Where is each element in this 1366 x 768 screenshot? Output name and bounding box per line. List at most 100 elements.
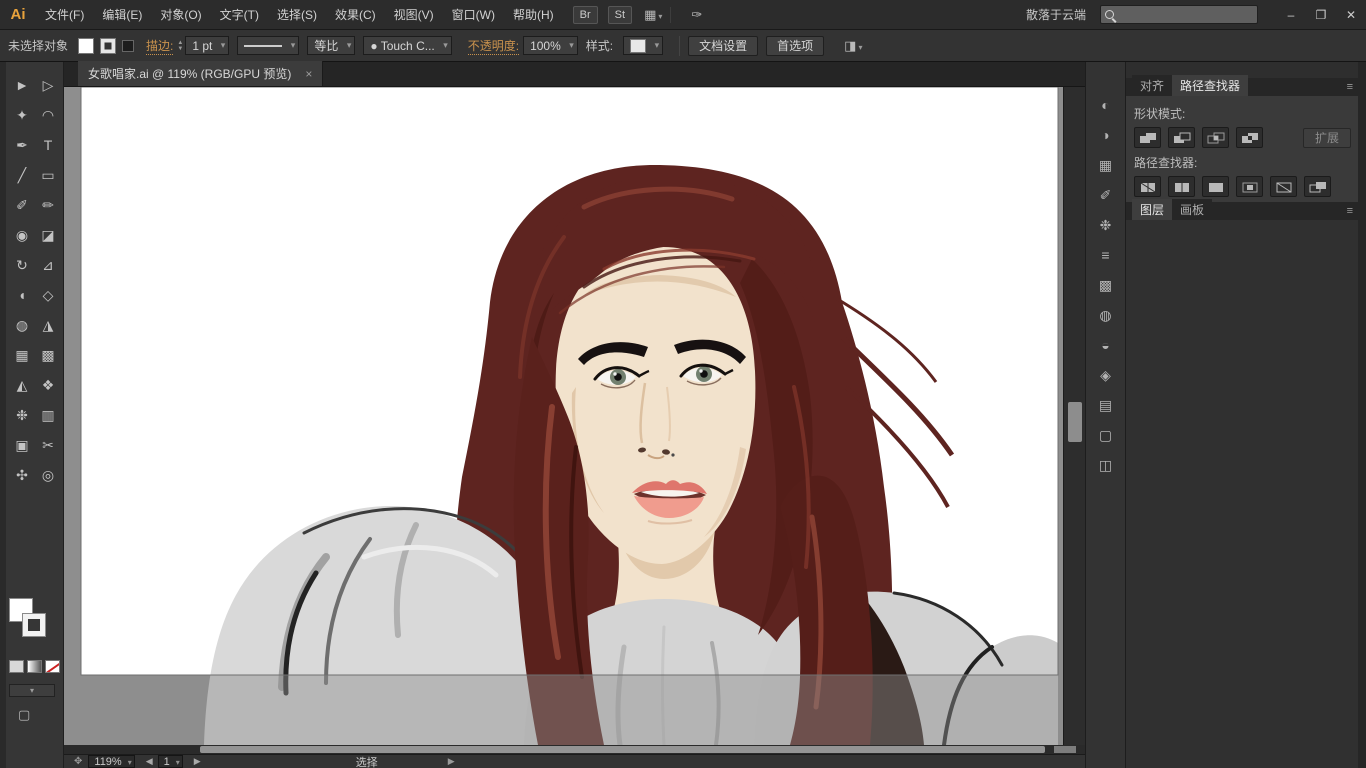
stroke-weight-select[interactable]: 1 pt xyxy=(185,36,229,55)
stroke-proxy-swatch[interactable] xyxy=(22,613,46,637)
exclude-button[interactable] xyxy=(1236,127,1263,148)
merge-button[interactable] xyxy=(1202,176,1229,197)
tab-pathfinder[interactable]: 路径查找器 xyxy=(1172,75,1248,96)
stroke-weight-stepper[interactable]: ▲▼ xyxy=(177,40,183,52)
menu-item[interactable]: 文字(T) xyxy=(211,0,268,30)
hand-tool[interactable]: ✣ xyxy=(9,460,35,490)
horizontal-scrollbar-thumb[interactable] xyxy=(200,746,1045,753)
close-button[interactable]: ✕ xyxy=(1336,0,1366,30)
swatches-panel-icon[interactable]: ▦ xyxy=(1099,150,1112,180)
document-tab[interactable]: 女歌唱家.ai @ 119% (RGB/GPU 预览) × xyxy=(78,61,323,86)
canvas-viewport[interactable] xyxy=(64,87,1063,745)
fill-color-swatch[interactable] xyxy=(78,38,94,54)
line-segment-tool[interactable]: ╱ xyxy=(9,160,35,190)
screen-mode-icon[interactable]: ▢ xyxy=(18,707,30,723)
status-menu-icon[interactable]: ▶ xyxy=(448,756,455,767)
column-graph-tool[interactable]: ▥ xyxy=(35,400,61,430)
transparency-panel-icon[interactable]: ◍ xyxy=(1099,300,1111,330)
magic-wand-tool[interactable]: ✦ xyxy=(9,100,35,130)
zoom-tool[interactable]: ◎ xyxy=(35,460,61,490)
menu-item[interactable]: 窗口(W) xyxy=(443,0,504,30)
color-guide-panel-icon[interactable]: ◑ xyxy=(1101,120,1109,150)
brush-definition-select[interactable]: ● Touch C... xyxy=(363,36,451,55)
minimize-button[interactable]: – xyxy=(1276,0,1306,30)
app-logo-icon[interactable]: Ai xyxy=(0,6,36,23)
swatch-options-icon[interactable] xyxy=(122,40,134,52)
color-panel-icon[interactable]: ◐ xyxy=(1101,90,1109,120)
restore-button[interactable]: ❐ xyxy=(1306,0,1336,30)
menu-item[interactable]: 编辑(E) xyxy=(93,0,151,30)
paintbrush-tool[interactable]: ✐ xyxy=(9,190,35,220)
artboards-panel-icon[interactable]: ▢ xyxy=(1099,420,1112,450)
minus-back-button[interactable] xyxy=(1304,176,1331,197)
symbols-panel-icon[interactable]: ❉ xyxy=(1100,210,1112,240)
eyedropper-tool[interactable]: ◭ xyxy=(9,370,35,400)
workspace-switcher[interactable]: 散落于云端 xyxy=(1026,6,1086,23)
perspective-grid-tool[interactable]: ◮ xyxy=(35,310,61,340)
dock-edge-strip[interactable] xyxy=(1358,62,1366,768)
style-select[interactable] xyxy=(623,36,663,55)
tab-layers[interactable]: 图层 xyxy=(1132,199,1172,220)
minus-front-button[interactable] xyxy=(1168,127,1195,148)
artwork-canvas[interactable] xyxy=(64,87,1063,745)
rectangle-tool[interactable]: ▭ xyxy=(35,160,61,190)
previous-artboard-icon[interactable]: ◀ xyxy=(146,756,153,767)
stock-button[interactable]: St xyxy=(608,6,632,24)
shape-builder-tool[interactable]: ◍ xyxy=(9,310,35,340)
tab-artboards[interactable]: 画板 xyxy=(1172,199,1212,220)
panel-menu-icon[interactable]: ≡ xyxy=(1347,78,1353,96)
horizontal-scrollbar[interactable] xyxy=(64,745,1085,754)
close-tab-icon[interactable]: × xyxy=(305,67,312,81)
touch-workspace-icon[interactable]: ✑ xyxy=(691,7,702,23)
asset-export-panel-icon[interactable]: ◫ xyxy=(1099,450,1112,480)
lasso-tool[interactable]: ◠ xyxy=(35,100,61,130)
tab-align[interactable]: 对齐 xyxy=(1132,75,1172,96)
zoom-select[interactable]: 119% xyxy=(88,755,134,768)
document-setup-button[interactable]: 文档设置 xyxy=(688,36,758,56)
graphic-styles-panel-icon[interactable]: ◈ xyxy=(1100,360,1111,390)
rotate-tool[interactable]: ↻ xyxy=(9,250,35,280)
gradient-button[interactable] xyxy=(27,660,42,673)
color-button[interactable] xyxy=(9,660,24,673)
next-artboard-icon[interactable]: ▶ xyxy=(194,756,201,767)
free-transform-tool[interactable]: ◇ xyxy=(35,280,61,310)
symbol-sprayer-tool[interactable]: ❉ xyxy=(9,400,35,430)
arrange-documents-icon[interactable]: ▦▾ xyxy=(644,7,662,23)
stroke-style-select[interactable] xyxy=(237,36,299,55)
gradient-tool[interactable]: ▩ xyxy=(35,340,61,370)
bridge-button[interactable]: Br xyxy=(573,6,598,24)
stroke-color-swatch[interactable] xyxy=(100,38,116,54)
expand-button[interactable]: 扩展 xyxy=(1303,128,1351,148)
scrollbar-end-cap[interactable] xyxy=(1054,746,1076,753)
pencil-tool[interactable]: ✏ xyxy=(35,190,61,220)
menu-item[interactable]: 效果(C) xyxy=(326,0,385,30)
menu-item[interactable]: 选择(S) xyxy=(268,0,326,30)
trim-button[interactable] xyxy=(1168,176,1195,197)
opacity-select[interactable]: 100% xyxy=(523,36,578,55)
menu-item[interactable]: 对象(O) xyxy=(151,0,210,30)
panel-menu-icon[interactable]: ≡ xyxy=(1347,202,1353,220)
artboard-navigation-select[interactable]: 1 xyxy=(158,755,183,768)
pen-tool[interactable]: ✒ xyxy=(9,130,35,160)
appearance-panel-icon[interactable]: ◒ xyxy=(1101,330,1109,360)
menu-item[interactable]: 文件(F) xyxy=(36,0,93,30)
width-tool[interactable]: ◖ xyxy=(9,280,35,310)
outline-button[interactable] xyxy=(1270,176,1297,197)
type-tool[interactable]: T xyxy=(35,130,61,160)
stroke-panel-icon[interactable]: ≡ xyxy=(1101,240,1109,270)
eraser-tool[interactable]: ◪ xyxy=(35,220,61,250)
blob-brush-tool[interactable]: ◉ xyxy=(9,220,35,250)
stroke-panel-link[interactable]: 描边: xyxy=(146,37,173,55)
slice-tool[interactable]: ✂ xyxy=(35,430,61,460)
layers-panel-icon[interactable]: ▤ xyxy=(1099,390,1112,420)
none-button[interactable] xyxy=(45,660,60,673)
width-profile-select[interactable]: 等比 xyxy=(307,36,355,55)
divide-button[interactable] xyxy=(1134,176,1161,197)
selection-tool[interactable]: ► xyxy=(9,70,35,100)
preferences-button[interactable]: 首选项 xyxy=(766,36,824,56)
menu-item[interactable]: 帮助(H) xyxy=(504,0,563,30)
search-input[interactable] xyxy=(1118,8,1253,22)
direct-selection-tool[interactable]: ▷ xyxy=(35,70,61,100)
unite-button[interactable] xyxy=(1134,127,1161,148)
crop-button[interactable] xyxy=(1236,176,1263,197)
